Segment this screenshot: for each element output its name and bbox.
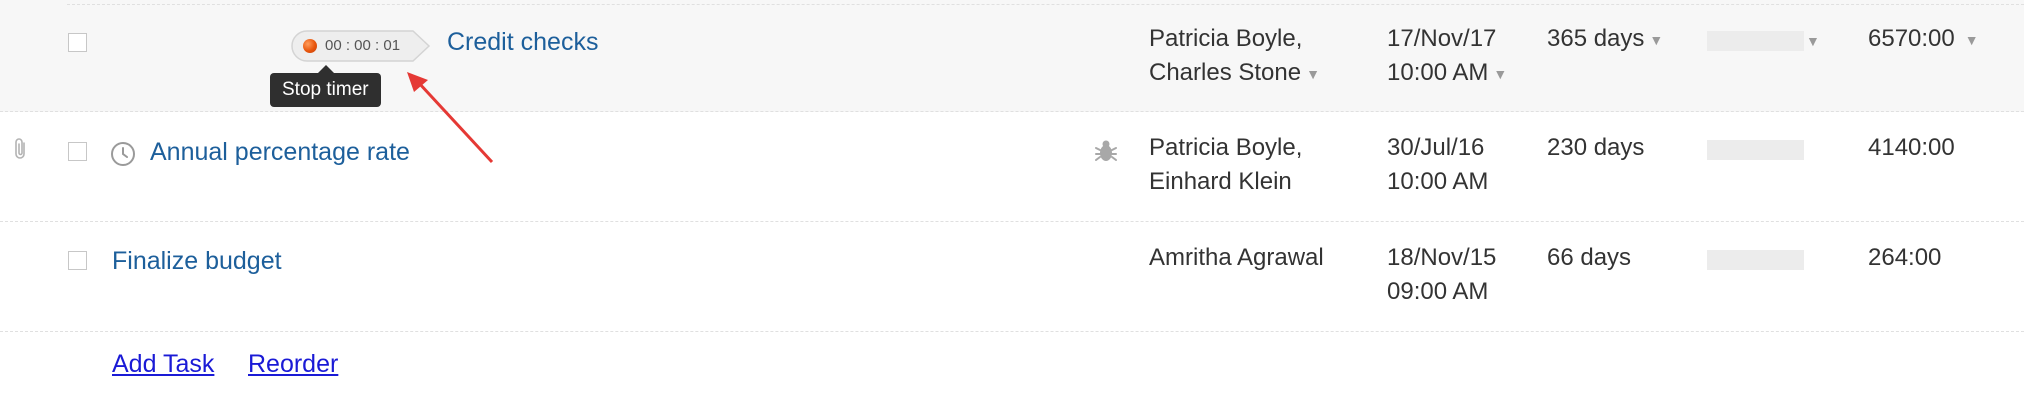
date-value: 18/Nov/15 (1387, 244, 1497, 271)
recording-dot-icon (303, 39, 317, 53)
paperclip-icon[interactable] (12, 136, 30, 162)
task-duration: 66 days (1547, 244, 1632, 271)
date-value: 30/Jul/16 (1387, 134, 1485, 161)
task-owners: Amritha Agrawal (1149, 241, 1324, 275)
owner-name: Charles Stone (1149, 59, 1302, 86)
owner-line: Patricia Boyle, (1149, 134, 1303, 161)
bug-icon[interactable] (1093, 138, 1119, 164)
task-checkbox[interactable] (68, 251, 87, 270)
task-start-date: 17/Nov/17 10:00 AM ▼ (1387, 22, 1507, 91)
duration-value: 365 days (1547, 25, 1645, 52)
task-start-date: 30/Jul/16 10:00 AM (1387, 131, 1488, 199)
task-checkbox[interactable] (68, 33, 87, 52)
task-row-annual-percentage-rate (0, 112, 2024, 222)
task-row-finalize-budget (0, 222, 2024, 332)
task-start-date: 18/Nov/15 09:00 AM (1387, 241, 1496, 309)
task-work-hours[interactable]: 6570:00 ▼ (1868, 22, 1979, 57)
task-work-hours: 4140:00 (1868, 134, 1955, 161)
timer-value: 00 : 00 : 01 (325, 37, 401, 54)
stop-timer-tooltip: Stop timer (270, 65, 381, 107)
date-value: 17/Nov/17 (1387, 25, 1497, 52)
progress-bar (1707, 250, 1804, 270)
caret-down-icon[interactable]: ▼ (1806, 33, 1820, 49)
reorder-link[interactable]: Reorder (248, 352, 338, 377)
caret-down-icon[interactable]: ▼ (1649, 32, 1663, 48)
task-checkbox[interactable] (68, 142, 87, 161)
time-value: 09:00 AM (1387, 278, 1489, 305)
owner-line: Einhard Klein (1149, 168, 1292, 195)
owner-line: Patricia Boyle, (1149, 25, 1303, 52)
task-owners: Patricia Boyle, Einhard Klein (1149, 131, 1302, 199)
add-task-link[interactable]: Add Task (112, 352, 214, 377)
task-duration[interactable]: 365 days ▼ (1547, 22, 1663, 57)
task-name-link[interactable]: Credit checks (447, 30, 598, 55)
owner-line-with-dropdown[interactable]: Charles Stone ▼ (1149, 56, 1320, 91)
row-divider (67, 4, 2024, 5)
task-owners: Patricia Boyle, Charles Stone ▼ (1149, 22, 1320, 91)
task-name-link[interactable]: Annual percentage rate (150, 140, 410, 165)
task-work-hours: 264:00 (1868, 244, 1942, 271)
time-value: 10:00 AM (1387, 59, 1489, 86)
clock-icon (111, 142, 135, 166)
task-duration: 230 days (1547, 134, 1645, 161)
owner-line: Amritha Agrawal (1149, 244, 1324, 271)
caret-down-icon[interactable]: ▼ (1306, 66, 1320, 82)
caret-down-icon[interactable]: ▼ (1493, 66, 1507, 82)
task-name-link[interactable]: Finalize budget (112, 249, 282, 274)
work-value: 6570:00 (1868, 25, 1955, 52)
timer-button[interactable]: 00 : 00 : 01 (291, 30, 431, 62)
caret-down-icon[interactable]: ▼ (1965, 32, 1979, 48)
time-with-dropdown[interactable]: 10:00 AM ▼ (1387, 56, 1507, 91)
progress-bar (1707, 31, 1804, 51)
progress-bar (1707, 140, 1804, 160)
time-value: 10:00 AM (1387, 168, 1489, 195)
